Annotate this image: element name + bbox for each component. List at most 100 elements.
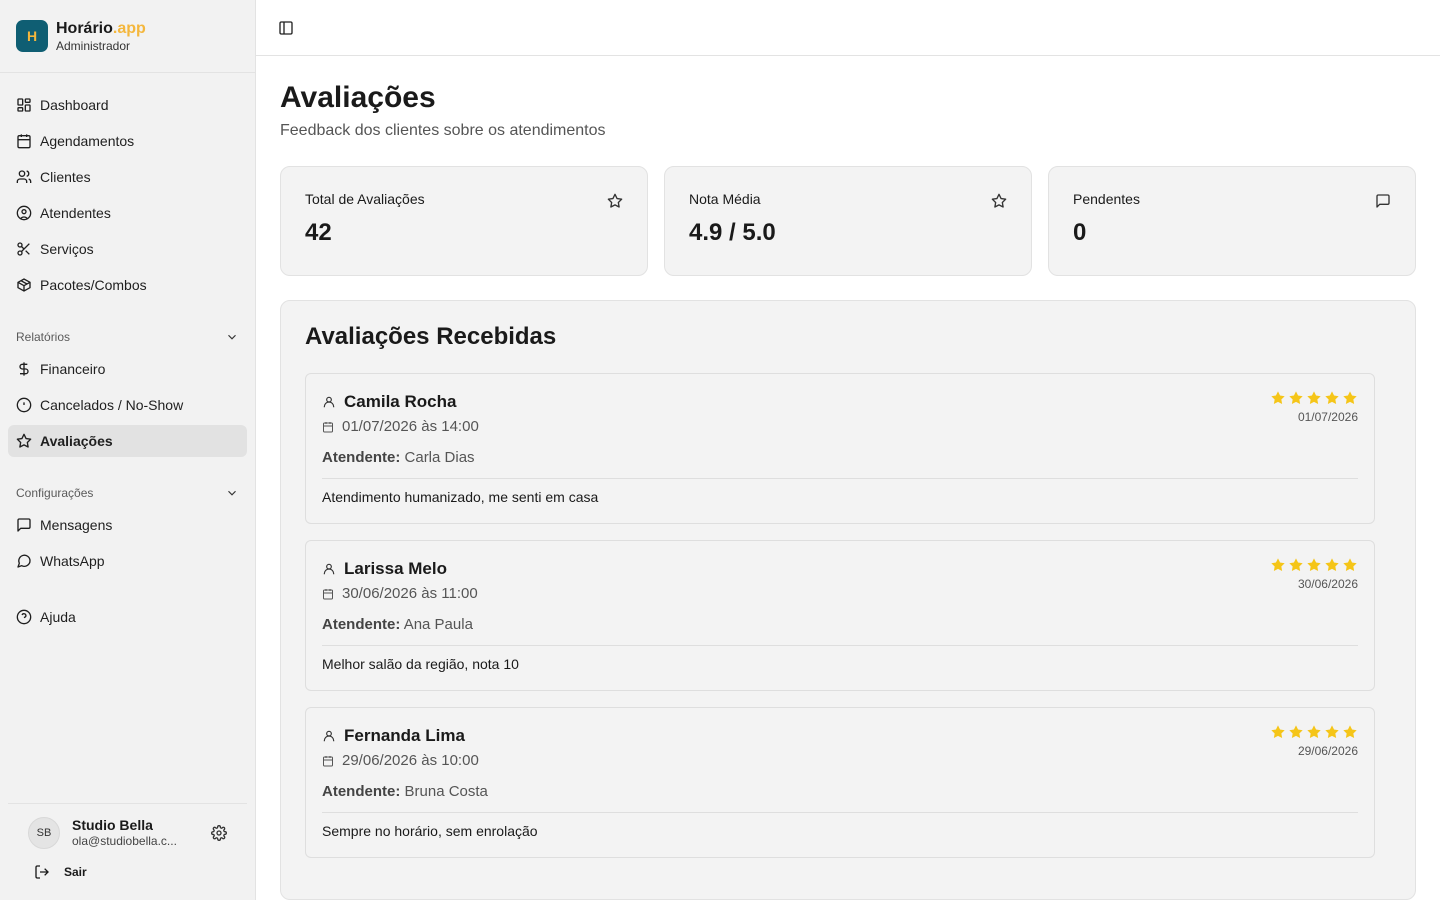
review-card: Camila Rocha 01/07/2026 às 14:00 Atenden… xyxy=(305,373,1375,524)
sidebar-item-dashboard[interactable]: Dashboard xyxy=(8,89,247,121)
star-filled-icon xyxy=(1306,390,1322,406)
message-circle-icon xyxy=(16,553,32,569)
nav-group-configuracoes[interactable]: Configurações xyxy=(8,477,247,509)
brand-role: Administrador xyxy=(56,38,131,53)
stat-card-pending: Pendentes 0 xyxy=(1048,166,1416,276)
nav-group-label: Configurações xyxy=(16,486,94,500)
review-date: 01/07/2026 xyxy=(1297,410,1358,424)
sidebar-item-label: Financeiro xyxy=(40,361,106,377)
user-icon xyxy=(322,729,336,743)
logout-button[interactable]: Sair xyxy=(20,864,235,880)
appointment-datetime: 30/06/2026 às 11:00 xyxy=(342,585,478,602)
stat-label: Total de Avaliações xyxy=(305,191,425,207)
sidebar-item-pacotes[interactable]: Pacotes/Combos xyxy=(8,269,247,301)
review-date: 29/06/2026 xyxy=(1297,744,1358,758)
sidebar-item-label: WhatsApp xyxy=(40,553,105,569)
calendar-icon xyxy=(322,421,334,433)
sidebar-item-label: Ajuda xyxy=(40,609,76,625)
sidebar-item-label: Serviços xyxy=(40,241,94,257)
star-filled-icon xyxy=(1288,557,1304,573)
star-filled-icon xyxy=(1306,724,1322,740)
sidebar: H Horário.app Administrador Dashboard Ag… xyxy=(0,0,256,900)
stat-value: 4.9 / 5.0 xyxy=(689,219,776,246)
sidebar-footer: SB Studio Bella ola@studiobella.c... Sai… xyxy=(8,803,247,900)
chevron-down-icon xyxy=(225,486,239,500)
page-content: Avaliações Feedback dos clientes sobre o… xyxy=(256,56,1440,900)
attendant-line: Atendente: Bruna Costa xyxy=(322,783,488,800)
review-card: Larissa Melo 30/06/2026 às 11:00 Atenden… xyxy=(305,540,1375,691)
calendar-icon xyxy=(16,133,32,149)
client-name: Fernanda Lima xyxy=(344,726,465,745)
star-filled-icon xyxy=(1288,724,1304,740)
stats-row: Total de Avaliações 42 Nota Média 4.9 / … xyxy=(280,166,1416,276)
divider xyxy=(322,478,1358,479)
star-icon xyxy=(991,193,1007,209)
sidebar-item-label: Cancelados / No-Show xyxy=(40,397,184,413)
nav-group-label: Relatórios xyxy=(16,330,71,344)
star-filled-icon xyxy=(1270,557,1286,573)
chevron-down-icon xyxy=(225,330,239,344)
star-filled-icon xyxy=(1324,390,1340,406)
sidebar-item-avaliacoes[interactable]: Avaliações xyxy=(8,425,247,457)
sidebar-item-ajuda[interactable]: Ajuda xyxy=(8,601,247,633)
topbar xyxy=(256,0,1440,56)
stat-card-total: Total de Avaliações 42 xyxy=(280,166,648,276)
nav-group-relatorios[interactable]: Relatórios xyxy=(8,321,247,353)
user-profile[interactable]: SB Studio Bella ola@studiobella.c... xyxy=(20,816,235,850)
review-list[interactable]: Camila Rocha 01/07/2026 às 14:00 Atenden… xyxy=(305,373,1375,858)
sidebar-item-label: Clientes xyxy=(40,169,91,185)
message-square-icon xyxy=(16,517,32,533)
star-rating xyxy=(1270,724,1358,740)
help-circle-icon xyxy=(16,609,32,625)
client-name: Camila Rocha xyxy=(344,392,457,411)
stat-label: Nota Média xyxy=(689,191,761,207)
user-email: ola@studiobella.c... xyxy=(72,834,177,849)
client-name: Larissa Melo xyxy=(344,559,447,578)
sidebar-item-clientes[interactable]: Clientes xyxy=(8,161,247,193)
star-filled-icon xyxy=(1342,557,1358,573)
divider xyxy=(322,812,1358,813)
rating: 30/06/2026 xyxy=(1270,557,1358,591)
sidebar-item-whatsapp[interactable]: WhatsApp xyxy=(8,545,247,577)
star-filled-icon xyxy=(1324,724,1340,740)
review-card: Fernanda Lima 29/06/2026 às 10:00 Atende… xyxy=(305,707,1375,858)
sidebar-item-label: Pacotes/Combos xyxy=(40,277,147,293)
sidebar-item-label: Atendentes xyxy=(40,205,111,221)
sidebar-item-servicos[interactable]: Serviços xyxy=(8,233,247,265)
star-filled-icon xyxy=(1270,724,1286,740)
user-name: Studio Bella xyxy=(72,817,153,834)
attendant-name: Carla Dias xyxy=(404,449,475,466)
review-comment: Melhor salão da região, nota 10 xyxy=(322,656,519,672)
brand-header[interactable]: H Horário.app Administrador xyxy=(0,0,255,73)
star-icon xyxy=(16,433,32,449)
main-area: Avaliações Feedback dos clientes sobre o… xyxy=(256,0,1440,900)
brand-name: Horário.app xyxy=(56,19,146,37)
appointment-datetime: 01/07/2026 às 14:00 xyxy=(342,418,479,435)
star-filled-icon xyxy=(1306,557,1322,573)
attendant-name: Ana Paula xyxy=(403,616,473,633)
appointment-datetime: 29/06/2026 às 10:00 xyxy=(342,752,479,769)
page-subtitle: Feedback dos clientes sobre os atendimen… xyxy=(280,122,606,139)
gear-icon[interactable] xyxy=(211,825,227,842)
sidebar-item-cancelados[interactable]: Cancelados / No-Show xyxy=(8,389,247,421)
sidebar-item-financeiro[interactable]: Financeiro xyxy=(8,353,247,385)
attendant-line: Atendente: Carla Dias xyxy=(322,449,475,466)
sidebar-toggle-icon[interactable] xyxy=(278,20,294,36)
star-filled-icon xyxy=(1288,390,1304,406)
stat-card-average: Nota Média 4.9 / 5.0 xyxy=(664,166,1032,276)
sidebar-item-mensagens[interactable]: Mensagens xyxy=(8,509,247,541)
avatar: SB xyxy=(28,817,60,850)
star-filled-icon xyxy=(1342,724,1358,740)
brand-logo: H xyxy=(16,20,48,52)
sidebar-item-atendentes[interactable]: Atendentes xyxy=(8,197,247,229)
star-icon xyxy=(607,193,623,209)
reviews-title: Avaliações Recebidas xyxy=(305,323,557,350)
star-rating xyxy=(1270,557,1358,573)
alert-circle-icon xyxy=(16,397,32,413)
page-title: Avaliações xyxy=(280,81,436,114)
star-filled-icon xyxy=(1270,390,1286,406)
star-rating xyxy=(1270,390,1358,406)
sidebar-nav: Dashboard Agendamentos Clientes Atendent… xyxy=(0,73,255,803)
sidebar-item-agendamentos[interactable]: Agendamentos xyxy=(8,125,247,157)
review-comment: Sempre no horário, sem enrolação xyxy=(322,823,538,839)
